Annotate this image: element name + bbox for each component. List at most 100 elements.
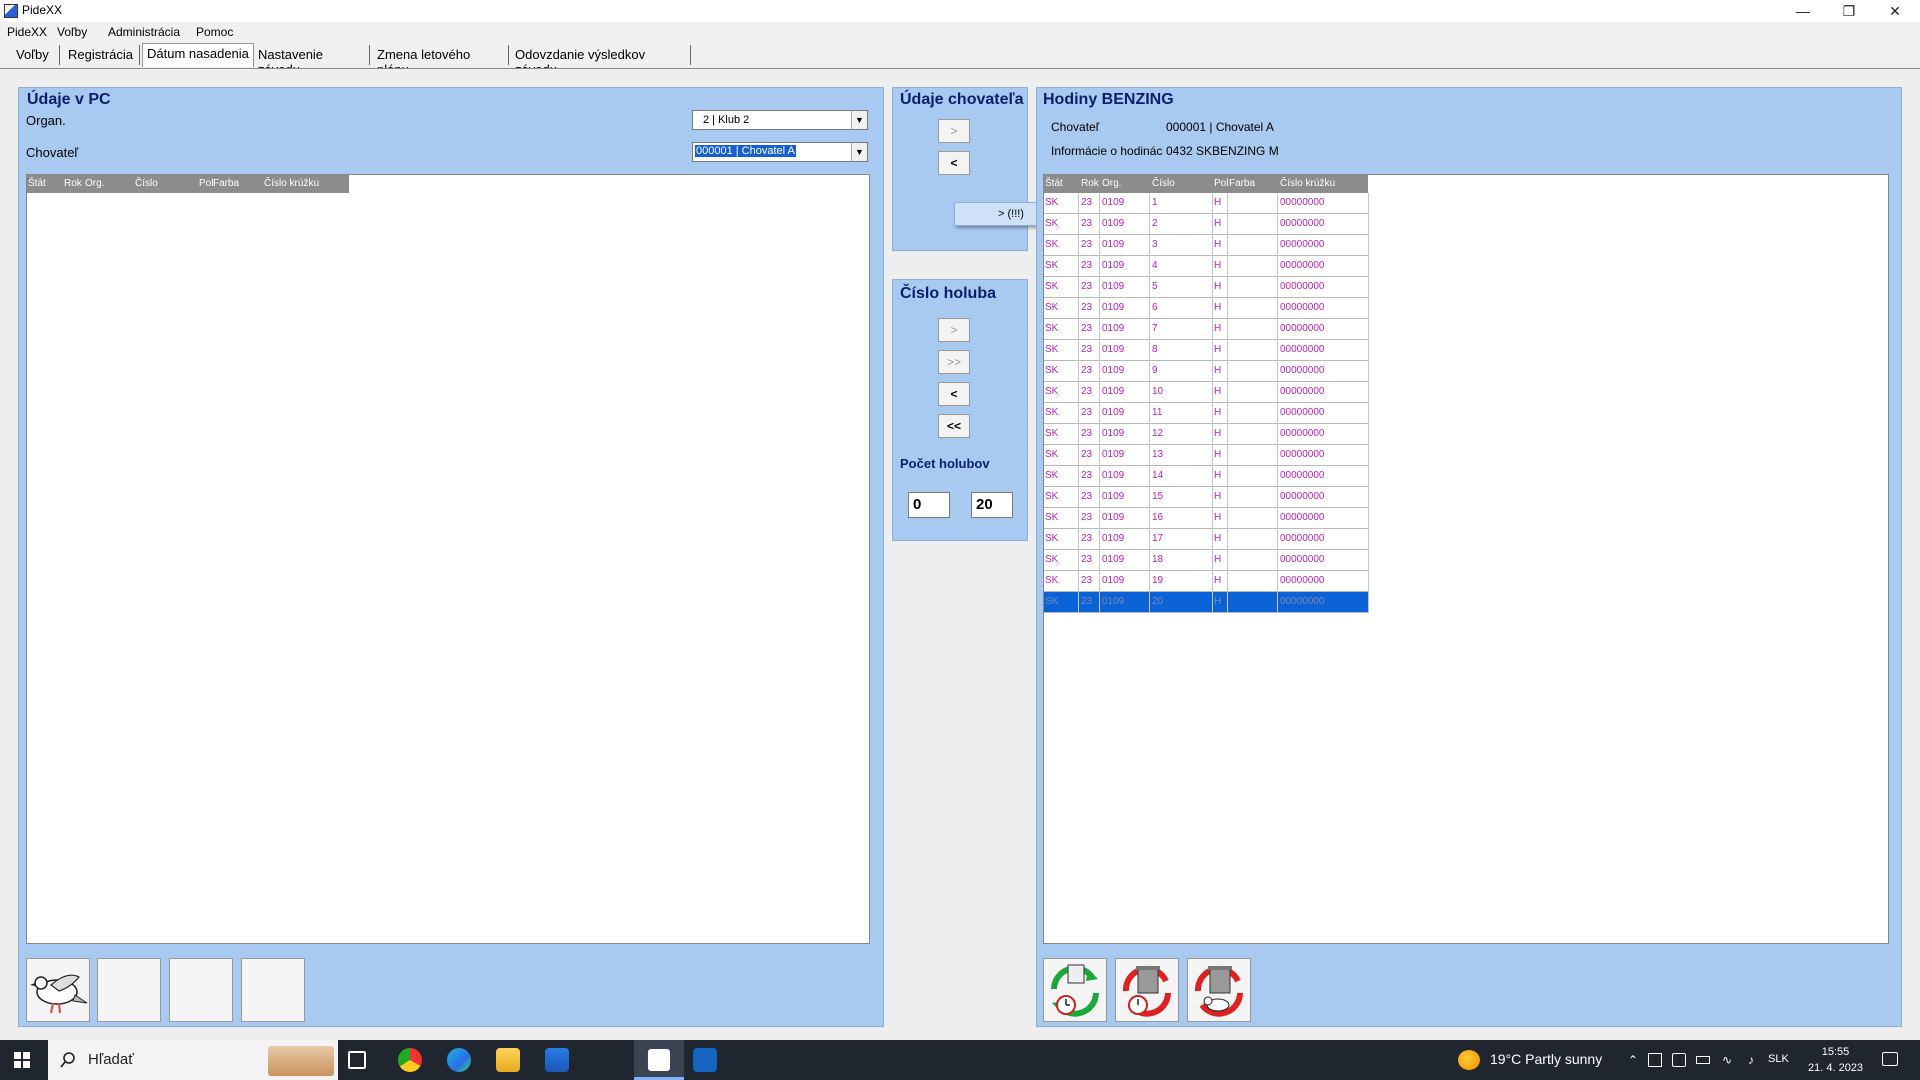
move-all-pigeons-right-button[interactable]: >> bbox=[938, 350, 970, 374]
col-rok[interactable]: Rok bbox=[1081, 178, 1099, 189]
input-language[interactable]: SLK bbox=[1768, 1053, 1789, 1065]
table-row[interactable]: SK 23 0109 19 H 00000000 bbox=[1044, 571, 1369, 592]
chevron-down-icon[interactable]: ▼ bbox=[851, 143, 867, 161]
move-all-pigeons-left-button[interactable]: << bbox=[938, 414, 970, 438]
empty-button-3[interactable] bbox=[241, 958, 305, 1022]
table-row[interactable]: SK 23 0109 13 H 00000000 bbox=[1044, 445, 1369, 466]
col-cislo[interactable]: Číslo bbox=[135, 178, 158, 189]
empty-button-1[interactable] bbox=[97, 958, 161, 1022]
menu-administracia[interactable]: Administrácia bbox=[108, 25, 180, 39]
cell-cislo-kruzku: 00000000 bbox=[1280, 197, 1325, 208]
task-view-icon[interactable] bbox=[348, 1051, 366, 1069]
weather-text[interactable]: 19°C Partly sunny bbox=[1490, 1051, 1602, 1067]
cell-stat: SK bbox=[1045, 407, 1059, 418]
col-stat[interactable]: Štát bbox=[1045, 178, 1063, 189]
table-row[interactable]: SK 23 0109 12 H 00000000 bbox=[1044, 424, 1369, 445]
chevron-down-icon[interactable]: ▼ bbox=[851, 111, 867, 129]
pidexx-taskbar-button[interactable] bbox=[634, 1040, 684, 1080]
tab-zmena-letoveho-planu[interactable]: Zmena letového plánu bbox=[373, 45, 509, 77]
col-farba[interactable]: Farba bbox=[213, 178, 239, 189]
clock-grid[interactable]: Štát Rok Org. Číslo Pol Farba Číslo krúž… bbox=[1043, 174, 1889, 944]
table-row[interactable]: SK 23 0109 8 H 00000000 bbox=[1044, 340, 1369, 361]
col-farba[interactable]: Farba bbox=[1229, 178, 1255, 189]
move-pigeon-left-button[interactable]: < bbox=[938, 382, 970, 406]
table-row[interactable]: SK 23 0109 16 H 00000000 bbox=[1044, 508, 1369, 529]
table-row[interactable]: SK 23 0109 3 H 00000000 bbox=[1044, 235, 1369, 256]
menu-pidexx[interactable]: PideXX bbox=[7, 25, 47, 39]
col-pol[interactable]: Pol bbox=[199, 178, 213, 189]
table-row[interactable]: SK 23 0109 17 H 00000000 bbox=[1044, 529, 1369, 550]
close-icon[interactable]: ✕ bbox=[1872, 0, 1918, 22]
menu-volby[interactable]: Voľby bbox=[57, 25, 87, 39]
table-row[interactable]: SK 23 0109 7 H 00000000 bbox=[1044, 319, 1369, 340]
store-icon[interactable] bbox=[545, 1048, 569, 1072]
chovatel-select[interactable]: 000001 | Chovatel A ▼ bbox=[692, 142, 868, 162]
table-row[interactable]: SK 23 0109 1 H 00000000 bbox=[1044, 193, 1369, 214]
col-org[interactable]: Org. bbox=[85, 178, 104, 189]
table-row[interactable]: SK 23 0109 20 H 00000000 bbox=[1044, 592, 1369, 613]
col-org[interactable]: Org. bbox=[1102, 178, 1121, 189]
cell-rok: 23 bbox=[1081, 596, 1093, 607]
cell-divider bbox=[1149, 319, 1150, 340]
move-breeder-right-button[interactable]: > bbox=[938, 119, 970, 143]
pc-grid[interactable]: Štát Rok Org. Číslo Pol Farba Číslo krúž… bbox=[26, 174, 870, 944]
cell-pol: H bbox=[1214, 323, 1222, 334]
minimize-icon[interactable]: — bbox=[1780, 0, 1826, 22]
taskbar-search[interactable]: Hľadať bbox=[48, 1040, 338, 1080]
col-cislo-kruzku[interactable]: Číslo krúžku bbox=[1280, 178, 1335, 189]
cell-pol: H bbox=[1214, 512, 1222, 523]
count-right-field[interactable]: 20 bbox=[971, 492, 1013, 518]
move-breeder-left-button[interactable]: < bbox=[938, 151, 970, 175]
table-row[interactable]: SK 23 0109 14 H 00000000 bbox=[1044, 466, 1369, 487]
tab-volby[interactable]: Voľby bbox=[12, 45, 60, 65]
search-placeholder: Hľadať bbox=[88, 1051, 134, 1068]
pigeon-button[interactable] bbox=[26, 958, 90, 1022]
tab-nastavenie-zavodu[interactable]: Nastavenie závodu bbox=[254, 45, 370, 77]
tab-registracia[interactable]: Registrácia bbox=[64, 45, 140, 65]
col-cislo-kruzku[interactable]: Číslo krúžku bbox=[264, 178, 319, 189]
cell-org: 0109 bbox=[1102, 596, 1125, 607]
windows-start-icon[interactable] bbox=[14, 1052, 30, 1068]
sync-clock-button[interactable] bbox=[1043, 958, 1107, 1022]
table-row[interactable]: SK 23 0109 4 H 00000000 bbox=[1044, 256, 1369, 277]
col-cislo[interactable]: Číslo bbox=[1152, 178, 1175, 189]
menu-pomoc[interactable]: Pomoc bbox=[196, 25, 233, 39]
table-row[interactable]: SK 23 0109 15 H 00000000 bbox=[1044, 487, 1369, 508]
col-pol[interactable]: Pol bbox=[1214, 178, 1228, 189]
weather-icon[interactable] bbox=[1458, 1050, 1480, 1070]
meet-now-icon[interactable] bbox=[1648, 1053, 1662, 1067]
edge-icon[interactable] bbox=[447, 1048, 471, 1072]
wifi-icon[interactable]: ∿ bbox=[1720, 1053, 1734, 1067]
count-left-field[interactable]: 0 bbox=[908, 492, 950, 518]
tab-datum-nasadenia[interactable]: Dátum nasadenia bbox=[142, 43, 254, 67]
cell-stat: SK bbox=[1045, 302, 1059, 313]
tablet-icon[interactable] bbox=[1672, 1053, 1686, 1067]
table-row[interactable]: SK 23 0109 18 H 00000000 bbox=[1044, 550, 1369, 571]
move-pigeon-right-button[interactable]: > bbox=[938, 318, 970, 342]
table-row[interactable]: SK 23 0109 10 H 00000000 bbox=[1044, 382, 1369, 403]
col-rok[interactable]: Rok bbox=[64, 178, 82, 189]
taskbar-clock[interactable]: 15:55 21. 4. 2023 bbox=[1808, 1044, 1863, 1076]
battery-icon[interactable] bbox=[1696, 1056, 1710, 1064]
chrome-icon[interactable] bbox=[398, 1048, 422, 1072]
table-row[interactable]: SK 23 0109 11 H 00000000 bbox=[1044, 403, 1369, 424]
cell-rok: 23 bbox=[1081, 449, 1093, 460]
delete-pigeon-button[interactable] bbox=[1187, 958, 1251, 1022]
cell-divider bbox=[1368, 235, 1369, 256]
cell-org: 0109 bbox=[1102, 344, 1125, 355]
organ-select[interactable]: 2 | Klub 2 ▼ bbox=[692, 110, 868, 130]
table-row[interactable]: SK 23 0109 6 H 00000000 bbox=[1044, 298, 1369, 319]
chevron-up-icon[interactable]: ⌃ bbox=[1626, 1053, 1640, 1067]
restore-icon[interactable]: ❐ bbox=[1826, 0, 1872, 22]
col-stat[interactable]: Štát bbox=[28, 178, 46, 189]
empty-button-2[interactable] bbox=[169, 958, 233, 1022]
tab-odovzdanie-vysledkov[interactable]: Odovzdanie výsledkov závodu bbox=[511, 45, 691, 77]
volume-icon[interactable]: ♪ bbox=[1744, 1053, 1758, 1067]
file-explorer-icon[interactable] bbox=[496, 1048, 520, 1072]
table-row[interactable]: SK 23 0109 2 H 00000000 bbox=[1044, 214, 1369, 235]
notifications-icon[interactable] bbox=[1882, 1052, 1898, 1066]
table-row[interactable]: SK 23 0109 5 H 00000000 bbox=[1044, 277, 1369, 298]
delete-clock-button[interactable] bbox=[1115, 958, 1179, 1022]
outlook-icon[interactable] bbox=[693, 1048, 717, 1072]
table-row[interactable]: SK 23 0109 9 H 00000000 bbox=[1044, 361, 1369, 382]
